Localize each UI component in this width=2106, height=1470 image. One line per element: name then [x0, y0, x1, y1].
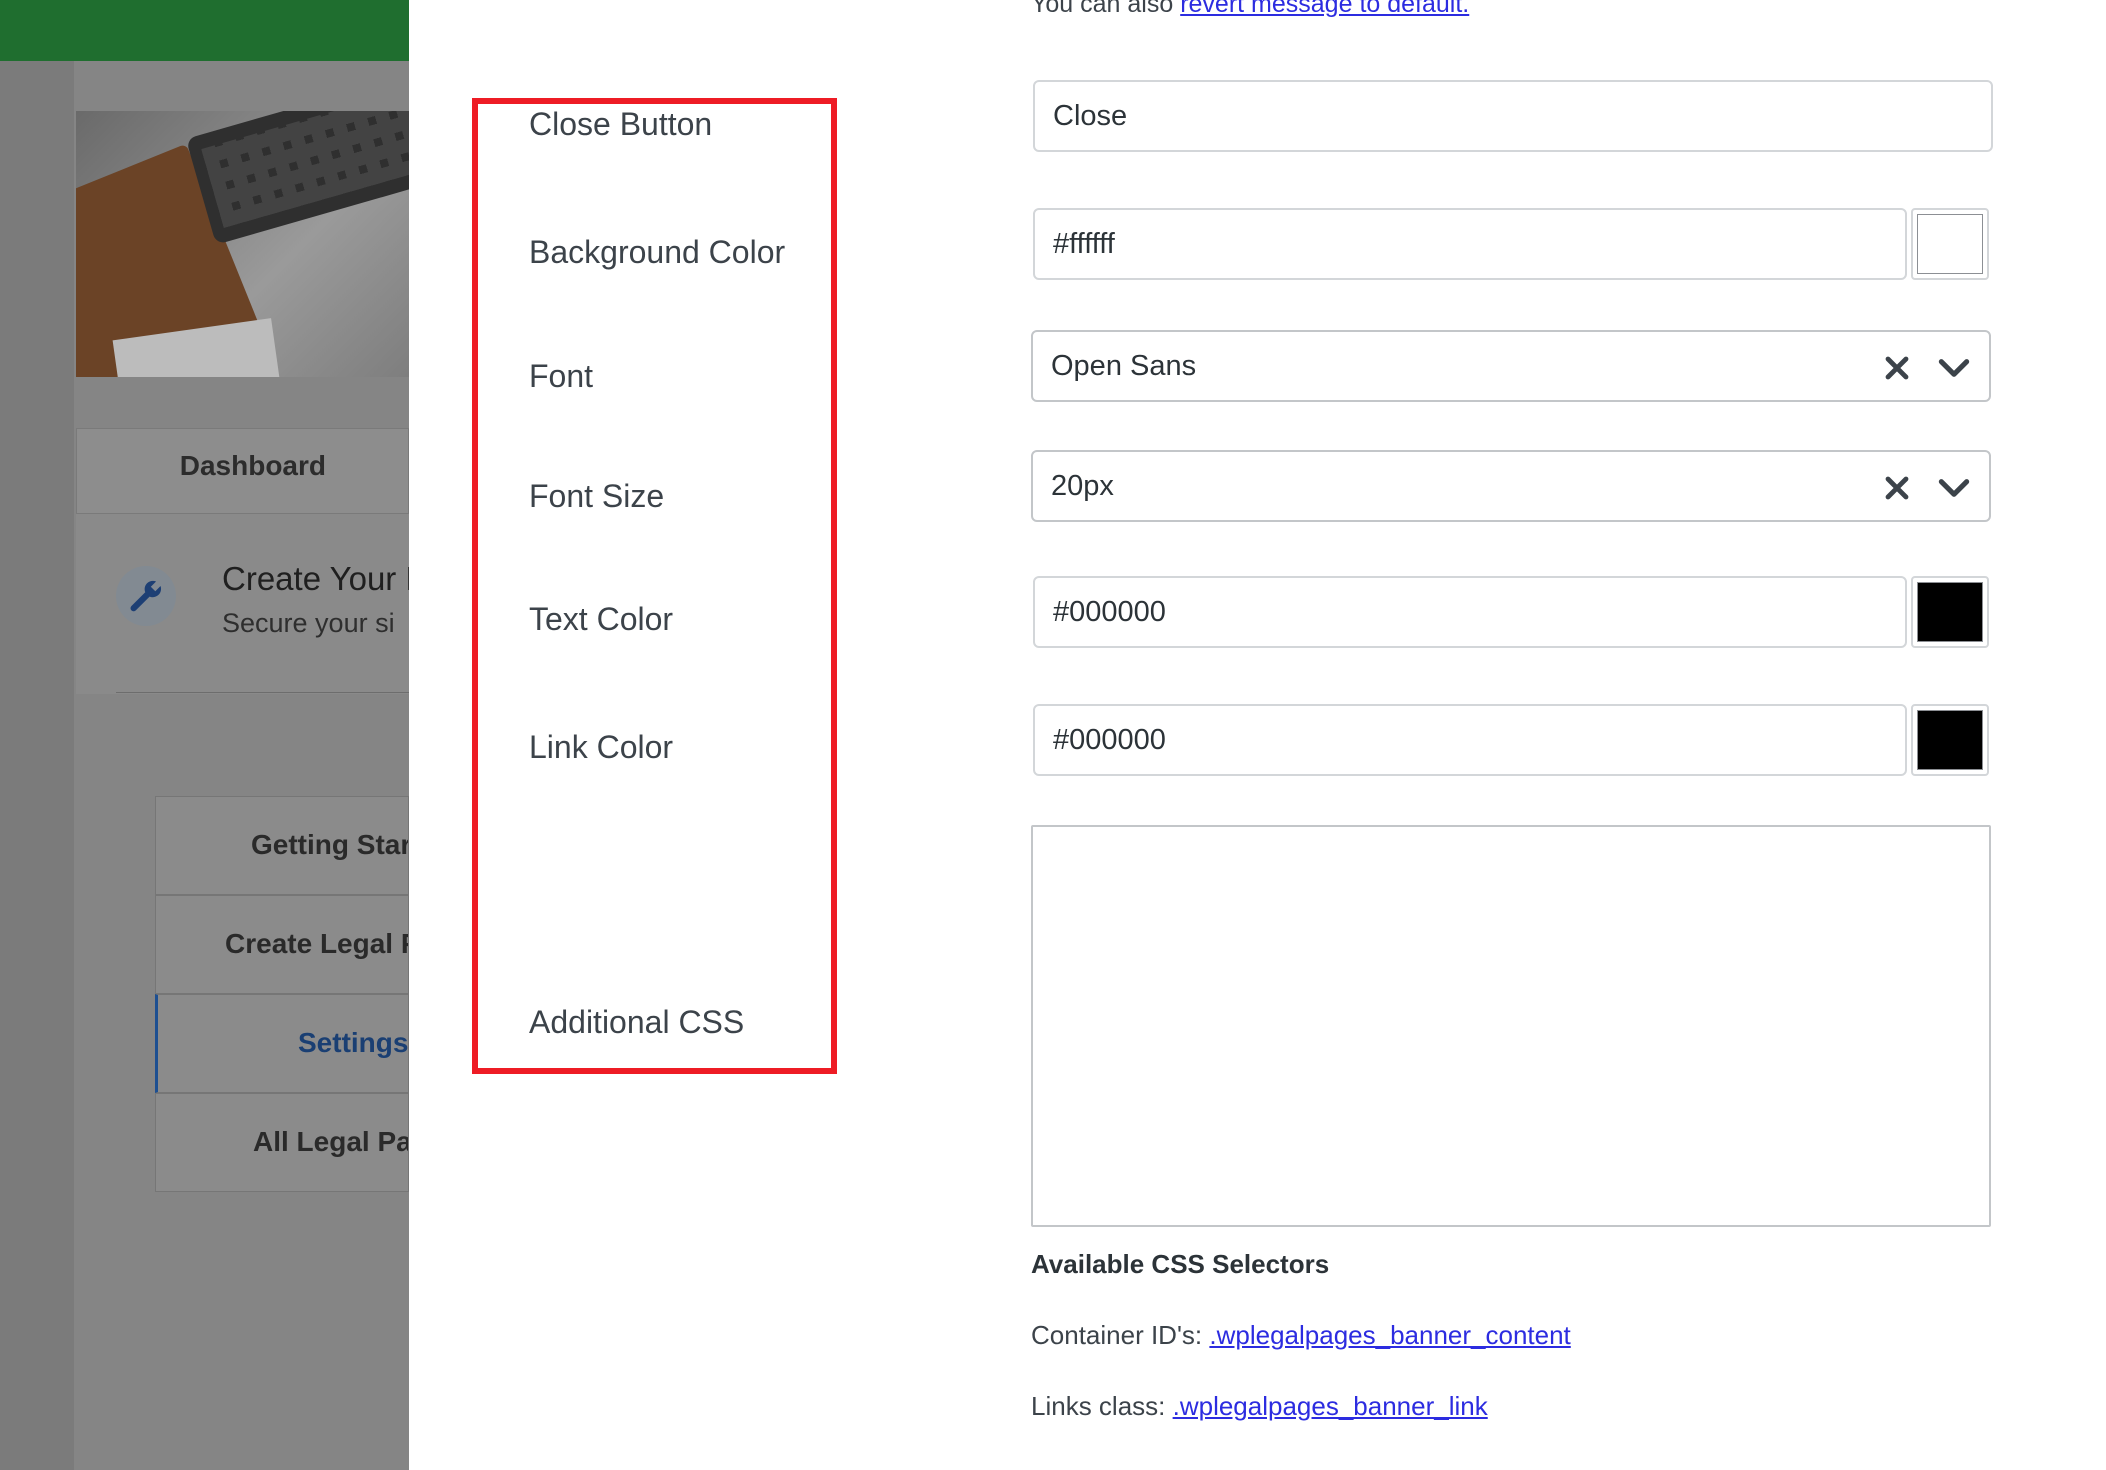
labels-highlight-box [472, 98, 837, 1074]
menu-settings: Settings [155, 994, 409, 1093]
close-button-text-input[interactable] [1033, 80, 1993, 152]
font-size-select[interactable]: 20px [1031, 450, 1991, 522]
container-id-note: Container ID's: .wplegalpages_banner_con… [1031, 1320, 1571, 1351]
revert-note-text: You can also [1031, 0, 1181, 18]
menu-settings-label: Settings [298, 1027, 409, 1058]
menu-create-legal-pages: Create Legal P [155, 895, 409, 994]
banner-settings-panel: You can also revert message to default. … [409, 0, 2106, 1470]
chevron-down-icon[interactable] [1935, 469, 1973, 507]
admin-top-bar [0, 0, 409, 61]
wrench-icon [116, 566, 176, 626]
create-title: Create Your L [222, 560, 409, 597]
revert-message-link[interactable]: revert message to default. [1180, 0, 1469, 18]
clear-x-icon[interactable] [1879, 350, 1915, 386]
hero-image [76, 111, 409, 377]
background-color-input[interactable] [1033, 208, 1907, 280]
font-size-select-value: 20px [1051, 470, 1114, 502]
font-select-value: Open Sans [1051, 350, 1197, 382]
text-color-input[interactable] [1033, 576, 1907, 648]
font-select[interactable]: Open Sans [1031, 330, 1991, 402]
background-admin-page: Dashboard Create Your L Secure your si G… [0, 0, 409, 1470]
menu-create-legal-pages-label: Create Legal P [225, 928, 409, 959]
create-subtitle: Secure your si [222, 608, 395, 638]
background-color-swatch-fill [1917, 214, 1983, 274]
clear-x-icon[interactable] [1879, 470, 1915, 506]
link-color-swatch[interactable] [1911, 704, 1989, 776]
links-class-link[interactable]: .wplegalpages_banner_link [1173, 1391, 1488, 1421]
text-color-swatch[interactable] [1911, 576, 1989, 648]
link-color-swatch-fill [1917, 710, 1983, 770]
links-class-note: Links class: .wplegalpages_banner_link [1031, 1391, 1488, 1422]
revert-note: You can also revert message to default. [1031, 0, 1469, 19]
menu-all-legal-pages-label: All Legal Pa [253, 1126, 409, 1157]
divider [116, 692, 409, 693]
additional-css-textarea[interactable] [1031, 825, 1991, 1227]
links-class-label: Links class: [1031, 1391, 1173, 1421]
container-id-label: Container ID's: [1031, 1320, 1210, 1350]
menu-getting-started: Getting Star [155, 796, 409, 895]
hero-keyboard [185, 111, 409, 245]
css-selectors-title: Available CSS Selectors [1031, 1249, 1330, 1279]
text-color-swatch-fill [1917, 582, 1983, 642]
menu-all-legal-pages: All Legal Pa [155, 1093, 409, 1192]
chevron-down-icon[interactable] [1935, 349, 1973, 387]
link-color-input[interactable] [1033, 704, 1907, 776]
background-color-swatch[interactable] [1911, 208, 1989, 280]
menu-getting-started-label: Getting Star [251, 829, 409, 860]
container-id-link[interactable]: .wplegalpages_banner_content [1209, 1320, 1570, 1350]
dashboard-tab-label: Dashboard [179, 450, 326, 481]
